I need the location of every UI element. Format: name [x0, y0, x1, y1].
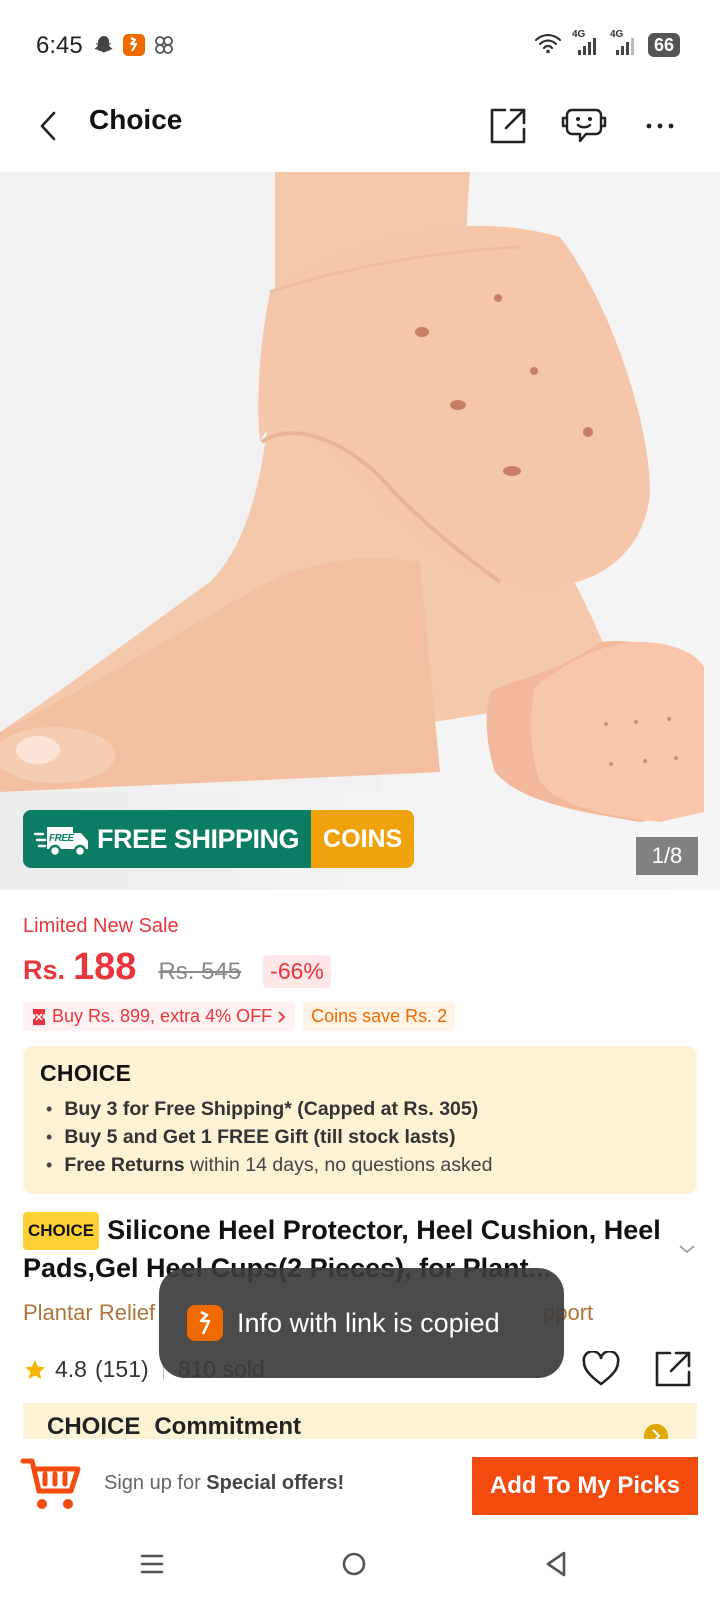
benefit-rest: within 14 days, no questions asked: [184, 1153, 493, 1176]
review-count: (151): [94, 1356, 149, 1382]
product-image: [0, 172, 704, 822]
chevron-left-icon: [40, 111, 56, 141]
truck-free-text: FREE: [49, 833, 75, 844]
cart-icon: [20, 1458, 81, 1509]
coins-save-promo: Coins save Rs. 2: [303, 1002, 456, 1031]
home-button[interactable]: [334, 1546, 374, 1582]
app-logo-icon: [187, 1305, 223, 1341]
bottom-action-bar: Sign up for Special offers! Add To My Pi…: [0, 1440, 720, 1530]
system-navigation-bar: [0, 1530, 720, 1600]
back-button[interactable]: [28, 104, 68, 148]
snapchat-icon: [92, 33, 116, 57]
share-button[interactable]: [480, 98, 536, 154]
rating-value: 4.8: [55, 1356, 87, 1382]
wishlist-button[interactable]: [576, 1344, 626, 1394]
sale-label: Limited New Sale: [23, 915, 179, 937]
wifi-icon: [534, 32, 562, 57]
choice-benefits-box[interactable]: CHOICE Buy 3 for Free Shipping* (Capped …: [23, 1046, 697, 1194]
signup-offer-text[interactable]: Sign up for Special offers!: [104, 1472, 344, 1495]
back-triangle-icon: [546, 1551, 566, 1577]
subtitle-start: Plantar Relief: [23, 1300, 156, 1325]
discount-badge: -66%: [263, 955, 331, 988]
delivery-truck-icon: FREE: [33, 827, 88, 858]
customer-service-button[interactable]: [556, 98, 612, 154]
chatbot-icon: [561, 108, 607, 143]
signal-4g-icon-2: 4G: [610, 29, 638, 57]
status-time: 6:45: [36, 32, 83, 59]
share-icon: [490, 108, 526, 144]
extra-off-promo[interactable]: Buy Rs. 899, extra 4% OFF: [23, 1002, 296, 1031]
benefit-bold: Free Returns: [64, 1153, 185, 1176]
promo-row: Buy Rs. 899, extra 4% OFF Coins save Rs.…: [23, 1002, 456, 1031]
choice-badge: CHOICE: [23, 1212, 100, 1250]
signup-bold: Special offers!: [206, 1472, 345, 1494]
commitment-text: Commitment: [154, 1413, 302, 1439]
cart-button[interactable]: [20, 1456, 82, 1514]
current-price: 188: [73, 946, 137, 988]
top-navigation-bar: Choice: [0, 80, 720, 172]
star-icon: [25, 1359, 45, 1379]
system-back-button[interactable]: [536, 1546, 576, 1582]
image-counter: 1/8: [636, 837, 698, 875]
benefit-text: Buy 3 for Free Shipping* (Capped at Rs. …: [64, 1097, 479, 1120]
share-icon: [655, 1351, 691, 1387]
expand-title-button[interactable]: [678, 1242, 696, 1260]
commitment-bar[interactable]: CHOICE Commitment: [23, 1403, 697, 1439]
heart-icon: [582, 1351, 620, 1386]
page-title: Choice: [89, 104, 183, 135]
product-image-gallery[interactable]: [0, 172, 720, 890]
coins-badge: COINS: [311, 810, 415, 868]
free-shipping-badge: FREE FREE SHIPPING: [23, 810, 312, 868]
price-row: Rs. 188 Rs. 545 -66%: [23, 946, 331, 989]
free-shipping-banner: FREE FREE SHIPPING COINS: [23, 810, 415, 868]
coupon-icon: [33, 1008, 45, 1025]
chevron-down-icon: [679, 1245, 695, 1254]
benefit-item: Buy 5 and Get 1 FREE Gift (till stock la…: [40, 1123, 680, 1151]
share-product-button[interactable]: [648, 1344, 698, 1394]
choice-logo: CHOICE: [40, 1060, 132, 1086]
menu-icon: [140, 1554, 164, 1574]
chevron-right-icon: [278, 1010, 286, 1023]
status-system-icons: 4G 4G 66: [534, 29, 680, 57]
benefit-item: Free Returns within 14 days, no question…: [40, 1151, 680, 1179]
battery-level: 66: [647, 32, 680, 57]
extra-off-text: Buy Rs. 899, extra 4% OFF: [52, 1006, 273, 1026]
more-horizontal-icon: [646, 123, 674, 129]
add-to-picks-button[interactable]: Add To My Picks: [472, 1457, 698, 1515]
copied-toast: Info with link is copied: [159, 1268, 564, 1378]
product-subtitle: Plantar Relief pport: [23, 1300, 593, 1326]
toast-message: Info with link is copied: [237, 1307, 500, 1338]
arrow-right-icon: [644, 1424, 668, 1439]
recent-apps-button[interactable]: [132, 1546, 172, 1582]
free-shipping-label: FREE SHIPPING: [97, 823, 300, 854]
commitment-label: CHOICE Commitment: [47, 1413, 301, 1439]
commitment-choice-logo: CHOICE: [47, 1413, 141, 1439]
choice-benefits-list: Buy 3 for Free Shipping* (Capped at Rs. …: [40, 1095, 680, 1179]
original-price: Rs. 545: [158, 958, 242, 985]
benefit-item: Buy 3 for Free Shipping* (Capped at Rs. …: [40, 1095, 680, 1123]
home-circle-icon: [342, 1552, 366, 1576]
benefit-text: Buy 5 and Get 1 FREE Gift (till stock la…: [64, 1125, 456, 1148]
signup-prefix: Sign up for: [104, 1472, 207, 1494]
status-bar: 6:45 4G 4G 66: [0, 0, 720, 80]
status-notification-icons: [92, 33, 176, 57]
app-notification-icon: [122, 33, 146, 57]
price-currency: Rs.: [23, 955, 66, 985]
more-options-button[interactable]: [632, 98, 688, 154]
signal-4g-icon-1: 4G: [572, 29, 600, 57]
pinwheel-icon: [152, 33, 176, 57]
